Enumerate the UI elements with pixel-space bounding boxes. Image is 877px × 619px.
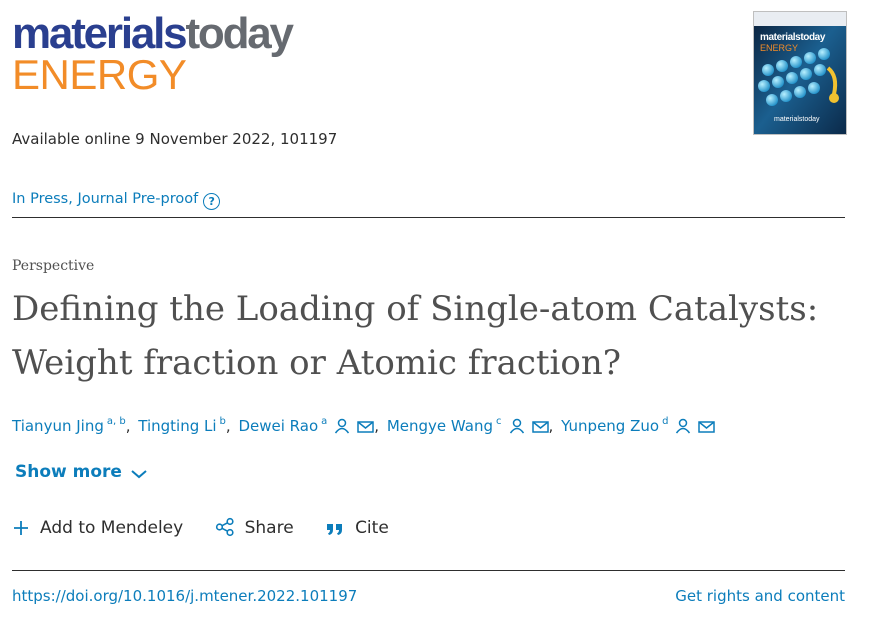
author-affiliation[interactable]: b	[220, 416, 226, 427]
author-name-link[interactable]: Tingting Li	[138, 417, 216, 435]
footer-divider	[12, 570, 845, 571]
author-item: Mengye Wang c,	[387, 416, 556, 435]
cover-subtitle: ENERGY	[760, 43, 799, 53]
author-separator: ,	[125, 417, 131, 435]
author-separator: ,	[374, 417, 380, 435]
add-to-mendeley-button[interactable]: Add to Mendeley	[12, 518, 183, 538]
author-name-link[interactable]: Dewei Rao	[238, 417, 318, 435]
article-status: In Press, Journal Pre-proof?	[12, 191, 221, 210]
author-item: Tianyun Jing a, b,	[12, 416, 133, 435]
author-affiliation[interactable]: a	[321, 416, 327, 427]
header-divider	[12, 217, 845, 218]
author-list: Tianyun Jing a, b, Tingting Li b, Dewei Ra…	[12, 416, 716, 435]
person-icon[interactable]	[509, 418, 525, 434]
chevron-down-icon	[131, 470, 147, 479]
author-name-link[interactable]: Tianyun Jing	[12, 417, 104, 435]
author-item: Yunpeng Zuo d	[561, 416, 716, 435]
status-label: In Press, Journal Pre-proof	[12, 191, 199, 207]
article-actions: Add to Mendeley Share Cite	[12, 517, 415, 538]
show-more-label: Show more	[15, 462, 122, 482]
article-type: Perspective	[12, 258, 95, 274]
show-more-button[interactable]: Show more	[15, 462, 148, 482]
share-icon	[215, 517, 234, 537]
envelope-icon[interactable]	[357, 420, 375, 434]
person-icon[interactable]	[334, 418, 350, 434]
cite-button[interactable]: Cite	[325, 518, 389, 538]
author-name-link[interactable]: Yunpeng Zuo	[561, 417, 659, 435]
author-affiliation[interactable]: c	[496, 416, 502, 427]
share-label: Share	[244, 518, 294, 538]
quote-icon	[327, 524, 343, 535]
person-icon[interactable]	[675, 418, 691, 434]
logo-energy[interactable]: ENERGY	[12, 54, 187, 96]
logo-today: today	[185, 9, 294, 58]
envelope-icon[interactable]	[698, 420, 716, 434]
rights-link[interactable]: Get rights and content	[675, 587, 845, 605]
envelope-icon[interactable]	[531, 420, 549, 434]
cover-title: materialstoday	[760, 32, 825, 43]
journal-logo[interactable]: materialstoday	[12, 9, 294, 58]
doi-link[interactable]: https://doi.org/10.1016/j.mtener.2022.10…	[12, 587, 357, 605]
plus-icon	[14, 521, 28, 535]
author-item: Dewei Rao a,	[238, 416, 382, 435]
available-online-date: Available online 9 November 2022, 101197	[12, 130, 338, 148]
author-item: Tingting Li b,	[138, 416, 233, 435]
question-circle-icon[interactable]: ?	[203, 193, 221, 210]
author-affiliation[interactable]: d	[662, 416, 668, 427]
author-affiliation[interactable]: a, b	[107, 416, 126, 427]
article-title: Defining the Loading of Single-atom Cata…	[12, 289, 819, 383]
mendeley-label: Add to Mendeley	[40, 518, 184, 538]
author-separator: ,	[548, 417, 554, 435]
cover-footer: materialstoday	[774, 116, 820, 123]
author-name-link[interactable]: Mengye Wang	[387, 417, 493, 435]
share-button[interactable]: Share	[215, 517, 294, 538]
author-separator: ,	[225, 417, 231, 435]
cite-label: Cite	[355, 518, 389, 538]
journal-cover-image[interactable]: materialstoday ENERGY materialstoday	[753, 11, 847, 135]
